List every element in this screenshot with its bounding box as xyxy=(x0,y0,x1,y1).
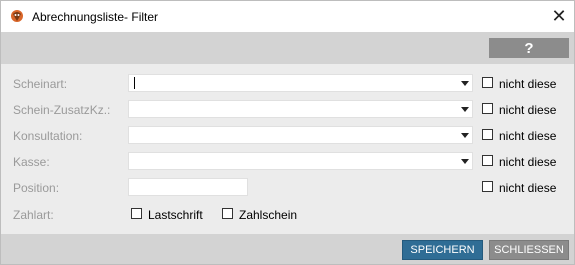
position-exclude-label: nicht diese xyxy=(499,181,557,195)
konsultation-exclude-checkbox[interactable] xyxy=(482,129,493,140)
title-bar: Abrechnungsliste- Filter ✕ xyxy=(1,1,574,32)
chevron-down-icon xyxy=(461,133,469,138)
window-title: Abrechnungsliste- Filter xyxy=(32,10,159,24)
schein-zusatzkz-exclude-checkbox[interactable] xyxy=(482,103,493,114)
konsultation-label: Konsultation: xyxy=(13,129,83,143)
scheinart-label: Scheinart: xyxy=(13,77,68,91)
top-toolbar: ? xyxy=(1,32,574,64)
scheinart-exclude-checkbox[interactable] xyxy=(482,77,493,88)
kasse-label: Kasse: xyxy=(13,155,50,169)
schein-zusatzkz-exclude-label: nicht diese xyxy=(499,103,557,117)
schein-zusatzkz-dropdown[interactable] xyxy=(128,100,473,118)
zahlart-label: Zahlart: xyxy=(13,208,54,222)
dialog-body: ? Scheinart: nicht diese Schein-ZusatzKz… xyxy=(1,32,574,264)
filter-dialog: Abrechnungsliste- Filter ✕ ? Scheinart: … xyxy=(0,0,575,265)
lastschrift-label: Lastschrift xyxy=(148,208,203,222)
scheinart-dropdown[interactable] xyxy=(128,74,473,92)
close-button[interactable]: SCHLIESSEN xyxy=(489,240,569,260)
text-cursor xyxy=(134,77,135,89)
zahlschein-checkbox[interactable] xyxy=(222,208,233,219)
app-logo-icon xyxy=(10,9,24,23)
scheinart-exclude-label: nicht diese xyxy=(499,77,557,91)
kasse-dropdown[interactable] xyxy=(128,152,473,170)
chevron-down-icon xyxy=(461,81,469,86)
position-exclude-checkbox[interactable] xyxy=(482,181,493,192)
help-button[interactable]: ? xyxy=(489,38,569,58)
chevron-down-icon xyxy=(461,107,469,112)
chevron-down-icon xyxy=(461,159,469,164)
save-button[interactable]: SPEICHERN xyxy=(402,240,483,260)
lastschrift-checkbox[interactable] xyxy=(131,208,142,219)
button-bar: SPEICHERN SCHLIESSEN xyxy=(1,234,574,264)
close-icon[interactable]: ✕ xyxy=(545,3,573,30)
position-input[interactable] xyxy=(128,178,248,196)
kasse-exclude-label: nicht diese xyxy=(499,155,557,169)
position-label: Position: xyxy=(13,181,60,195)
kasse-exclude-checkbox[interactable] xyxy=(482,155,493,166)
konsultation-dropdown[interactable] xyxy=(128,126,473,144)
schein-zusatzkz-label: Schein-ZusatzKz.: xyxy=(13,103,111,117)
konsultation-exclude-label: nicht diese xyxy=(499,129,557,143)
zahlschein-label: Zahlschein xyxy=(239,208,298,222)
